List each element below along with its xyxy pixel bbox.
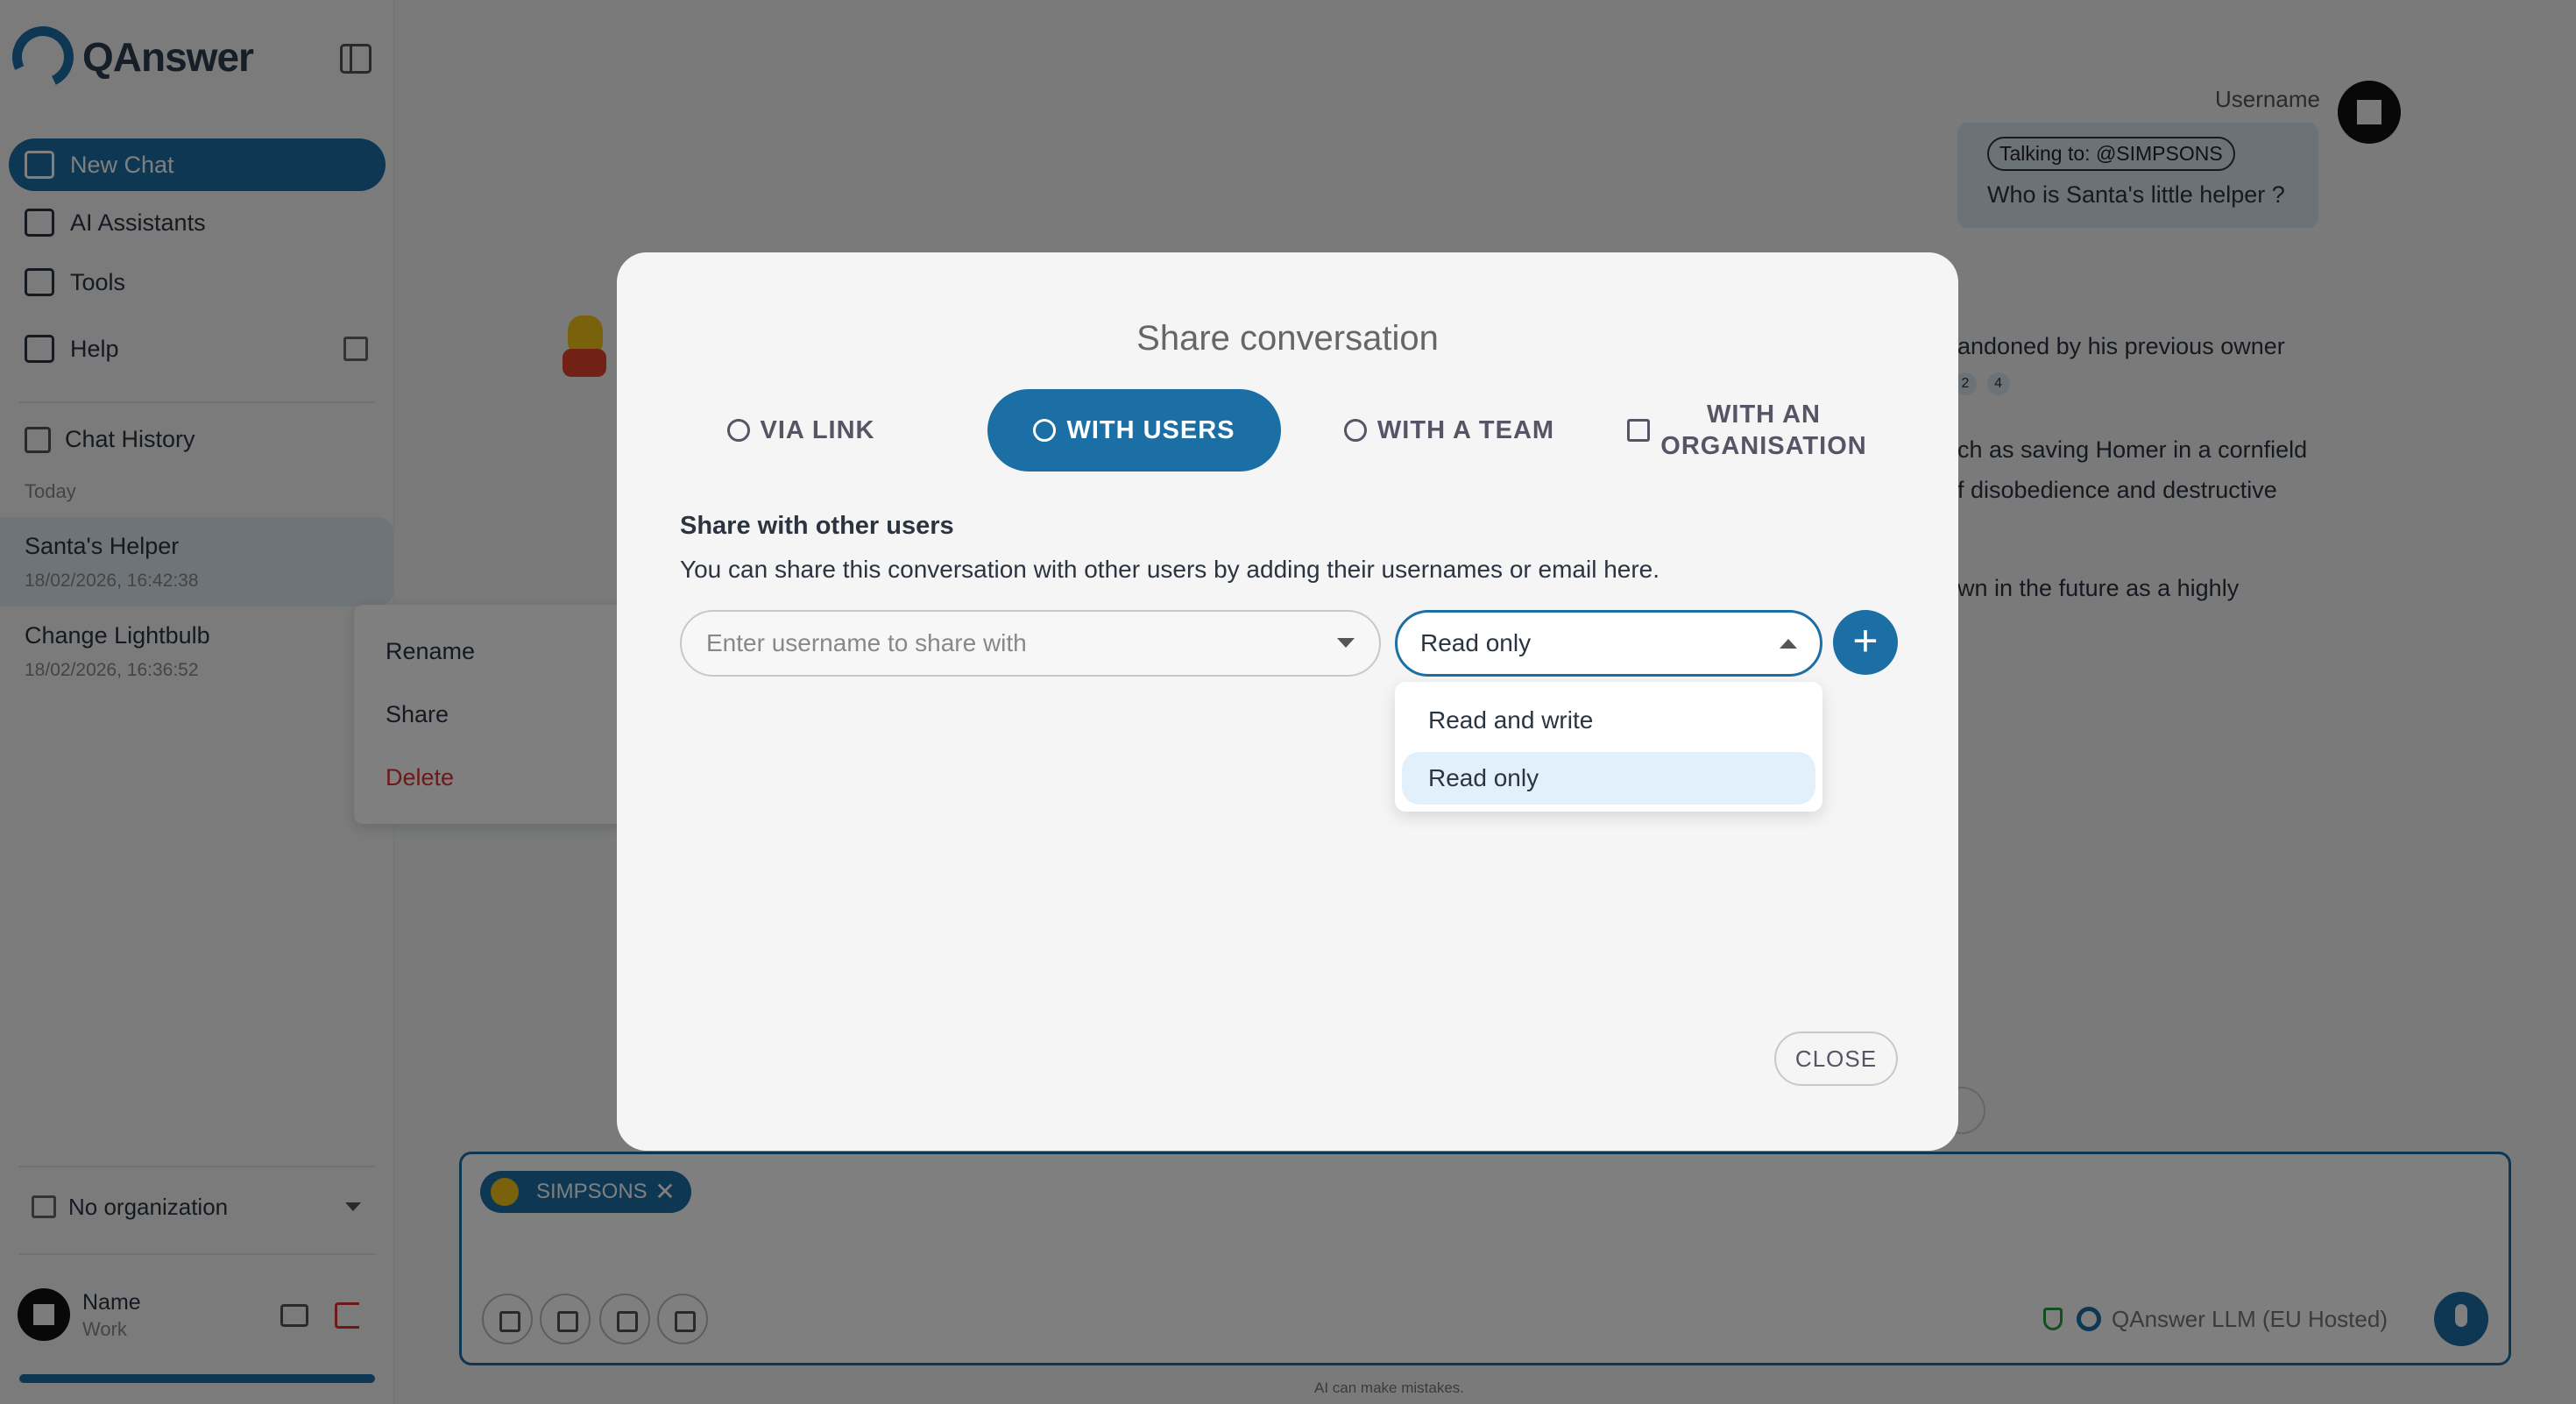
add-user-button[interactable]: + bbox=[1833, 610, 1898, 675]
section-description: You can share this conversation with oth… bbox=[680, 556, 1660, 583]
tab-label: WITH A TEAM bbox=[1376, 415, 1555, 444]
link-icon bbox=[726, 419, 750, 442]
chevron-down-icon[interactable] bbox=[1337, 638, 1355, 648]
username-input[interactable] bbox=[680, 610, 1381, 677]
user-icon bbox=[1033, 419, 1057, 442]
tab-with-users[interactable]: WITH USERS bbox=[987, 389, 1281, 472]
option-read-and-write[interactable]: Read and write bbox=[1402, 694, 1815, 747]
tab-with-an-organisation[interactable]: WITH AN ORGANISATION bbox=[1607, 389, 1887, 472]
permission-select[interactable]: Read only bbox=[1395, 610, 1822, 677]
permission-dropdown: Read and write Read only bbox=[1395, 682, 1822, 812]
option-read-only[interactable]: Read only bbox=[1402, 752, 1815, 805]
tab-label: WITH AN bbox=[1707, 400, 1821, 429]
chevron-up-icon bbox=[1780, 639, 1797, 649]
team-icon bbox=[1343, 419, 1367, 442]
tab-via-link[interactable]: VIA LINK bbox=[680, 389, 922, 472]
dialog-title: Share conversation bbox=[1136, 319, 1439, 358]
share-conversation-dialog: Share conversation VIA LINK WITH USERS W… bbox=[617, 252, 1958, 1151]
building-icon bbox=[1627, 419, 1651, 442]
section-title: Share with other users bbox=[680, 512, 954, 540]
tab-label: VIA LINK bbox=[760, 415, 875, 444]
permission-value: Read only bbox=[1420, 629, 1532, 656]
close-button[interactable]: CLOSE bbox=[1774, 1032, 1898, 1086]
tab-with-a-team[interactable]: WITH A TEAM bbox=[1325, 389, 1574, 472]
tab-label: ORGANISATION bbox=[1660, 432, 1867, 460]
tab-label: WITH USERS bbox=[1066, 415, 1235, 444]
